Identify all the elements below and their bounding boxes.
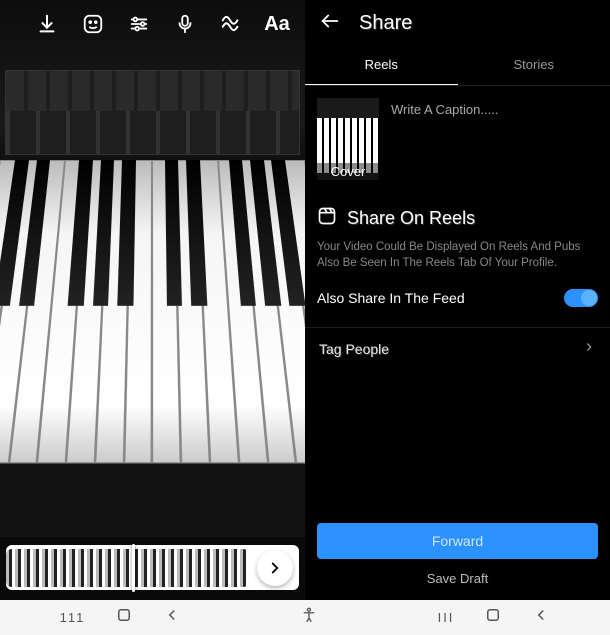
tab-stories[interactable]: Stories [458, 47, 610, 85]
cover-row: Cover Write A Caption..... [305, 86, 610, 192]
also-share-feed-row: Also Share In The Feed [317, 285, 598, 321]
tab-reels[interactable]: Reels [305, 47, 458, 85]
bottom-actions: Forward Save Draft [305, 513, 610, 600]
also-share-feed-label: Also Share In The Feed [317, 290, 465, 306]
accessibility-icon[interactable] [300, 606, 318, 629]
home-button-right[interactable] [484, 606, 502, 629]
playhead[interactable] [132, 544, 135, 592]
recents-button-right[interactable]: III [438, 610, 455, 625]
recents-button-left[interactable]: 111 [60, 610, 86, 625]
system-nav-bar: 111 III [0, 600, 610, 635]
share-reels-description: Your Video Could Be Displayed On Reels A… [317, 231, 598, 285]
also-share-feed-toggle[interactable] [564, 289, 598, 307]
editor-toolbar: Aa [19, 0, 305, 48]
mic-icon[interactable] [173, 12, 197, 36]
share-tabs: Reels Stories [305, 47, 610, 86]
video-preview[interactable] [0, 0, 305, 537]
share-reels-section: Share On Reels Your Video Could Be Displ… [305, 192, 610, 327]
back-button-left[interactable] [163, 606, 181, 629]
editor-pane: Aa [0, 0, 305, 600]
timeline-strip[interactable] [6, 549, 249, 587]
chevron-right-icon [582, 340, 596, 357]
share-reels-title: Share On Reels [317, 206, 598, 231]
share-header: Share [305, 0, 610, 47]
next-button[interactable] [257, 550, 293, 586]
share-pane: Share Reels Stories Cover Write A Captio… [305, 0, 610, 600]
forward-button[interactable]: Forward [317, 523, 598, 559]
reels-icon [317, 206, 337, 231]
cover-thumbnail[interactable]: Cover [317, 98, 379, 180]
cover-label: Cover [317, 163, 379, 180]
share-reels-title-text: Share On Reels [347, 208, 475, 229]
back-button[interactable] [319, 10, 341, 37]
sliders-icon[interactable] [127, 12, 151, 36]
back-button-right[interactable] [532, 606, 550, 629]
caption-input[interactable]: Write A Caption..... [391, 98, 498, 180]
page-title: Share [359, 12, 412, 35]
effects-icon[interactable] [219, 12, 243, 36]
sticker-icon[interactable] [81, 12, 105, 36]
text-tool[interactable]: Aa [265, 12, 289, 36]
tag-people-row[interactable]: Tag People [305, 327, 610, 369]
tag-people-label: Tag People [319, 341, 389, 357]
download-icon[interactable] [35, 12, 59, 36]
save-draft-button[interactable]: Save Draft [317, 571, 598, 586]
home-button-left[interactable] [115, 606, 133, 629]
timeline [6, 545, 299, 590]
